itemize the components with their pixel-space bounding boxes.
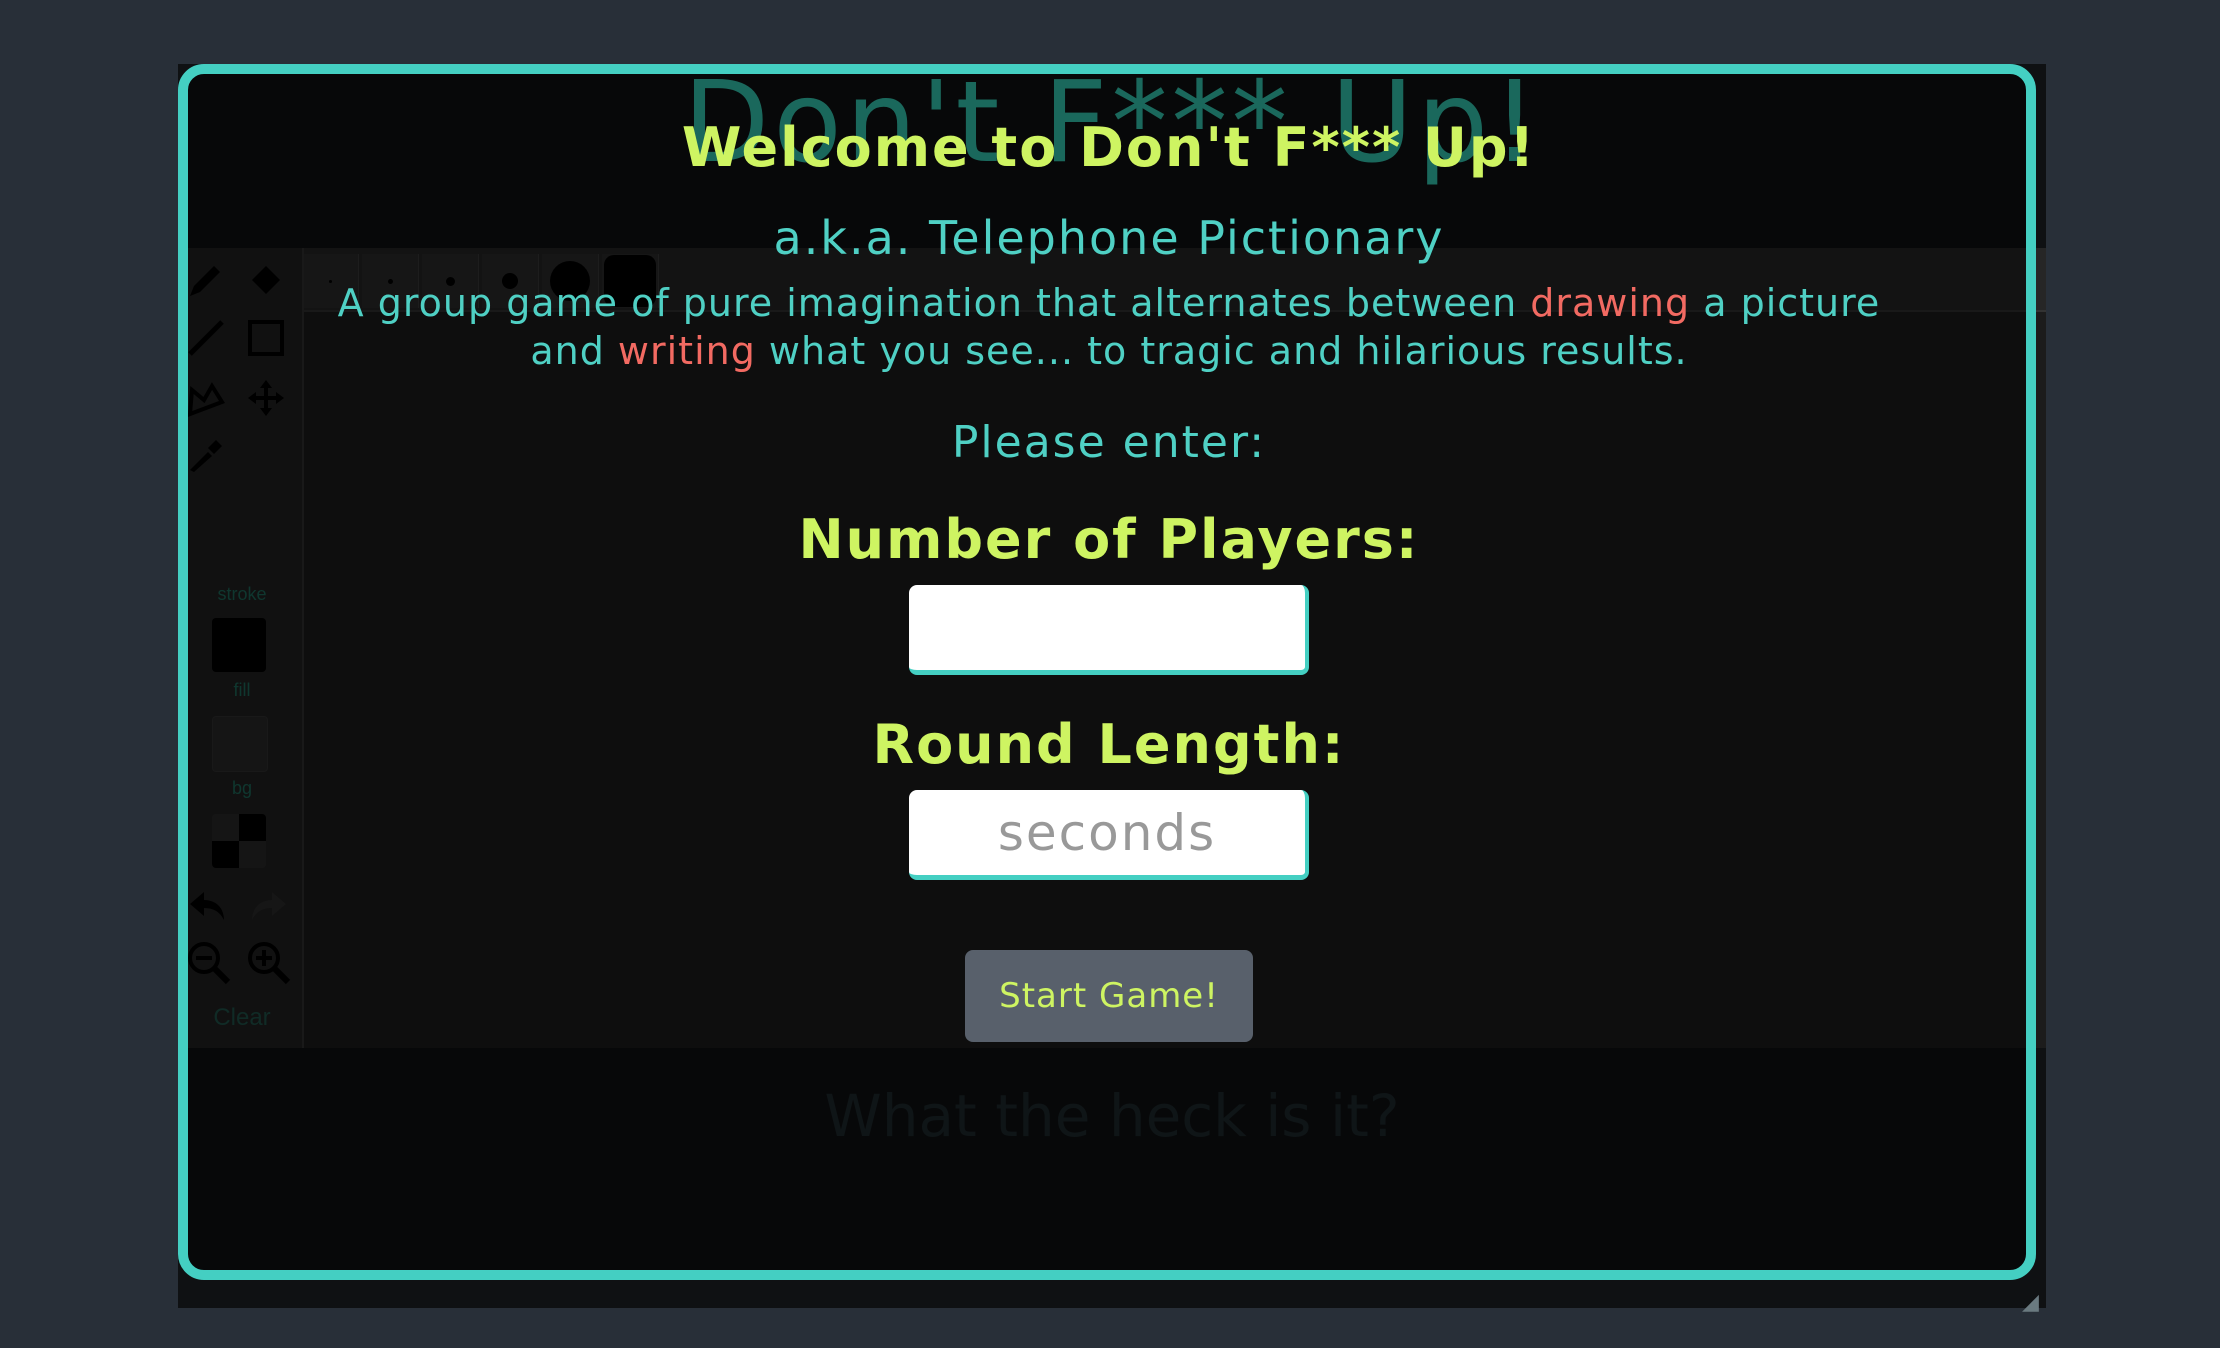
desc-highlight-writing: writing <box>617 329 756 373</box>
desc-highlight-drawing: drawing <box>1530 281 1691 325</box>
please-enter-label: Please enter: <box>951 417 1267 468</box>
players-label: Number of Players: <box>798 508 1420 571</box>
desc-text-3: what you see... to tragic and hilarious … <box>755 329 1688 373</box>
game-description: A group game of pure imagination that al… <box>309 279 1909 375</box>
welcome-modal-content: Welcome to Don't F*** Up! a.k.a. Telepho… <box>178 64 2040 1042</box>
resize-grip-icon[interactable]: ◢ <box>2022 1290 2039 1315</box>
round-length-input[interactable] <box>909 790 1309 880</box>
modal-subtitle: a.k.a. Telephone Pictionary <box>773 211 1445 265</box>
start-game-button[interactable]: Start Game! <box>965 950 1253 1042</box>
desc-text-1: A group game of pure imagination that al… <box>337 281 1531 325</box>
round-length-label: Round Length: <box>872 713 1346 776</box>
modal-title: Welcome to Don't F*** Up! <box>681 116 1537 179</box>
players-input[interactable] <box>909 585 1309 675</box>
